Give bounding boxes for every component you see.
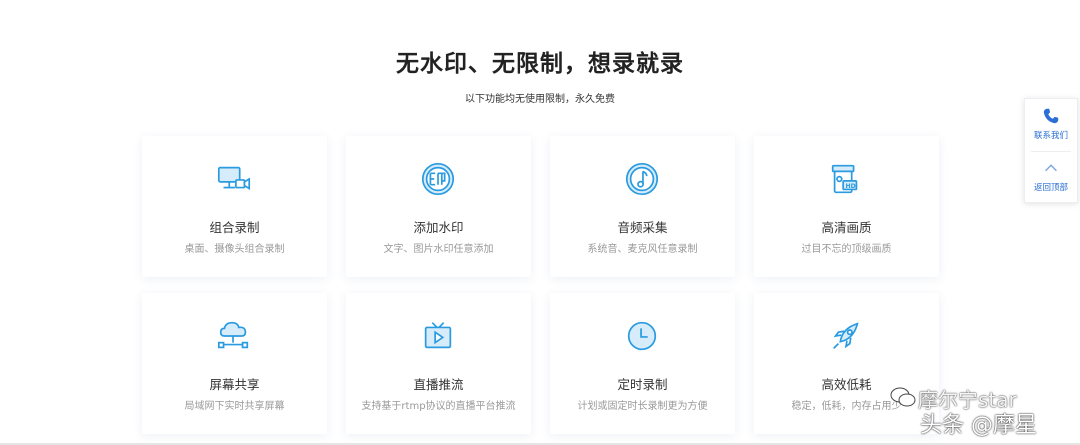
feature-desc: 支持基于rtmp协议的直播平台推流: [361, 401, 516, 412]
feature-title: 高清画质: [821, 220, 872, 235]
cloud-network-icon: [213, 315, 255, 357]
back-to-top-label: 返回顶部: [1033, 183, 1068, 193]
phone-icon: [1042, 107, 1060, 125]
clock-icon: [621, 315, 663, 357]
desktop-camera-icon: [213, 158, 255, 200]
feature-card-screen-share[interactable]: 屏幕共享 局域网下实时共享屏幕: [142, 293, 327, 434]
feature-card-combined-recording[interactable]: 组合录制 桌面、摄像头组合录制: [142, 136, 327, 277]
back-to-top-button[interactable]: 返回顶部: [1025, 159, 1077, 193]
svg-text:HD: HD: [846, 183, 856, 190]
feature-desc: 文字、图片水印任意添加: [383, 244, 494, 255]
floating-sidebar: 联系我们 返回顶部: [1024, 98, 1078, 203]
feature-title: 音频采集: [617, 220, 668, 235]
feature-card-scheduled-recording[interactable]: 定时录制 计划或固定时长录制更为方便: [550, 293, 735, 434]
wechat-logo-icon: [890, 386, 916, 408]
section-title: 无水印、无限制，想录就录: [396, 51, 684, 77]
contact-us-label: 联系我们: [1033, 131, 1068, 141]
watermark-overlay: 摩尔宁star 头条 @摩星: [888, 380, 1078, 442]
watermark-source: 头条 @摩星: [920, 413, 1037, 438]
feature-card-live-streaming[interactable]: 直播推流 支持基于rtmp协议的直播平台推流: [346, 293, 531, 434]
hd-camera-icon: HD: [825, 158, 867, 200]
feature-title: 屏幕共享: [209, 377, 260, 392]
feature-desc: 计划或固定时长录制更为方便: [577, 401, 708, 412]
tv-play-icon: [417, 315, 459, 357]
feature-card-audio-capture[interactable]: 音频采集 系统音、麦克风任意录制: [550, 136, 735, 277]
feature-title: 直播推流: [413, 377, 464, 392]
watermark-icon: [417, 158, 459, 200]
feature-title: 组合录制: [209, 220, 260, 235]
feature-card-hd-quality[interactable]: HD 高清画质 过目不忘的顶级画质: [754, 136, 939, 277]
feature-title: 添加水印: [413, 220, 464, 235]
feature-desc: 系统音、麦克风任意录制: [587, 244, 698, 255]
section-subtitle: 以下功能均无使用限制，永久免费: [465, 94, 615, 105]
feature-card-add-watermark[interactable]: 添加水印 文字、图片水印任意添加: [346, 136, 531, 277]
feature-desc: 局域网下实时共享屏幕: [184, 401, 285, 412]
contact-us-button[interactable]: 联系我们: [1025, 107, 1077, 141]
feature-title: 定时录制: [617, 377, 668, 392]
rocket-icon: [825, 315, 867, 357]
music-note-icon: [621, 158, 663, 200]
feature-desc: 过目不忘的顶级画质: [801, 244, 892, 255]
chevron-up-icon: [1042, 159, 1060, 177]
sidebar-divider: [1031, 151, 1071, 152]
feature-desc: 桌面、摄像头组合录制: [184, 244, 285, 255]
